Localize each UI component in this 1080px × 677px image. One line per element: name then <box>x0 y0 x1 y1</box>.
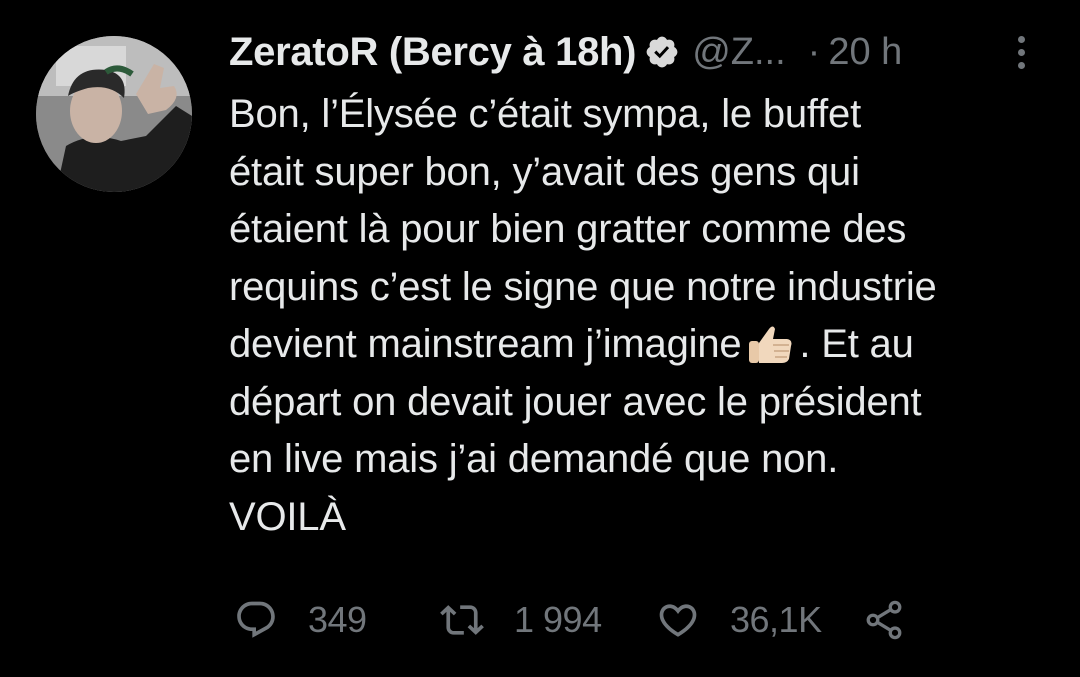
thumbs-up-emoji-icon <box>747 323 795 365</box>
dot-separator: · <box>807 30 821 73</box>
heart-icon <box>659 604 697 637</box>
tweet-text-line: départ on devait jouer avec le président <box>229 379 922 424</box>
tweet-text-line: était super bon, y’avait des gens qui <box>229 149 860 194</box>
retweet-icon <box>440 605 484 635</box>
avatar-photo <box>36 36 192 192</box>
tweet-text-line: étaient là pour bien gratter comme des <box>229 207 907 251</box>
timestamp[interactable]: 20 h <box>828 31 902 74</box>
reply-count: 349 <box>308 599 367 640</box>
tweet-text-line: en live mais j’ai demandé que non. <box>229 437 839 481</box>
tweet-text-segment: . Et au <box>799 322 914 366</box>
tweet-actions: 349 1 994 36,1K <box>0 590 1080 650</box>
handle[interactable]: @Z... <box>692 31 785 74</box>
retweet-count: 1 994 <box>514 599 602 640</box>
more-vertical-icon[interactable] <box>1006 30 1036 74</box>
tweet-text-line-with-emoji: devient mainstream j’imagine . Et au <box>229 316 1049 374</box>
like-count: 36,1K <box>730 599 822 640</box>
like-button[interactable]: 36,1K <box>656 590 822 650</box>
tweet-text: Bon, l’Élysée c’était sympa, le buffet é… <box>229 86 1049 546</box>
share-icon <box>866 600 902 640</box>
display-name[interactable]: ZeratoR (Bercy à 18h) <box>229 30 636 75</box>
tweet-header: ZeratoR (Bercy à 18h) @Z... · 20 h <box>229 24 902 80</box>
tweet-text-segment: devient mainstream j’imagine <box>229 322 742 366</box>
tweet-text-line: requins c’est le signe que notre industr… <box>229 264 937 309</box>
reply-icon <box>237 601 275 638</box>
reply-button[interactable]: 349 <box>234 590 367 650</box>
tweet-text-line: VOILÀ <box>229 494 346 539</box>
tweet-text-line: Bon, l’Élysée c’était sympa, le buffet <box>229 92 861 136</box>
verified-badge-icon <box>644 34 680 70</box>
avatar[interactable] <box>36 36 192 192</box>
retweet-button[interactable]: 1 994 <box>440 590 602 650</box>
share-button[interactable] <box>862 590 906 650</box>
